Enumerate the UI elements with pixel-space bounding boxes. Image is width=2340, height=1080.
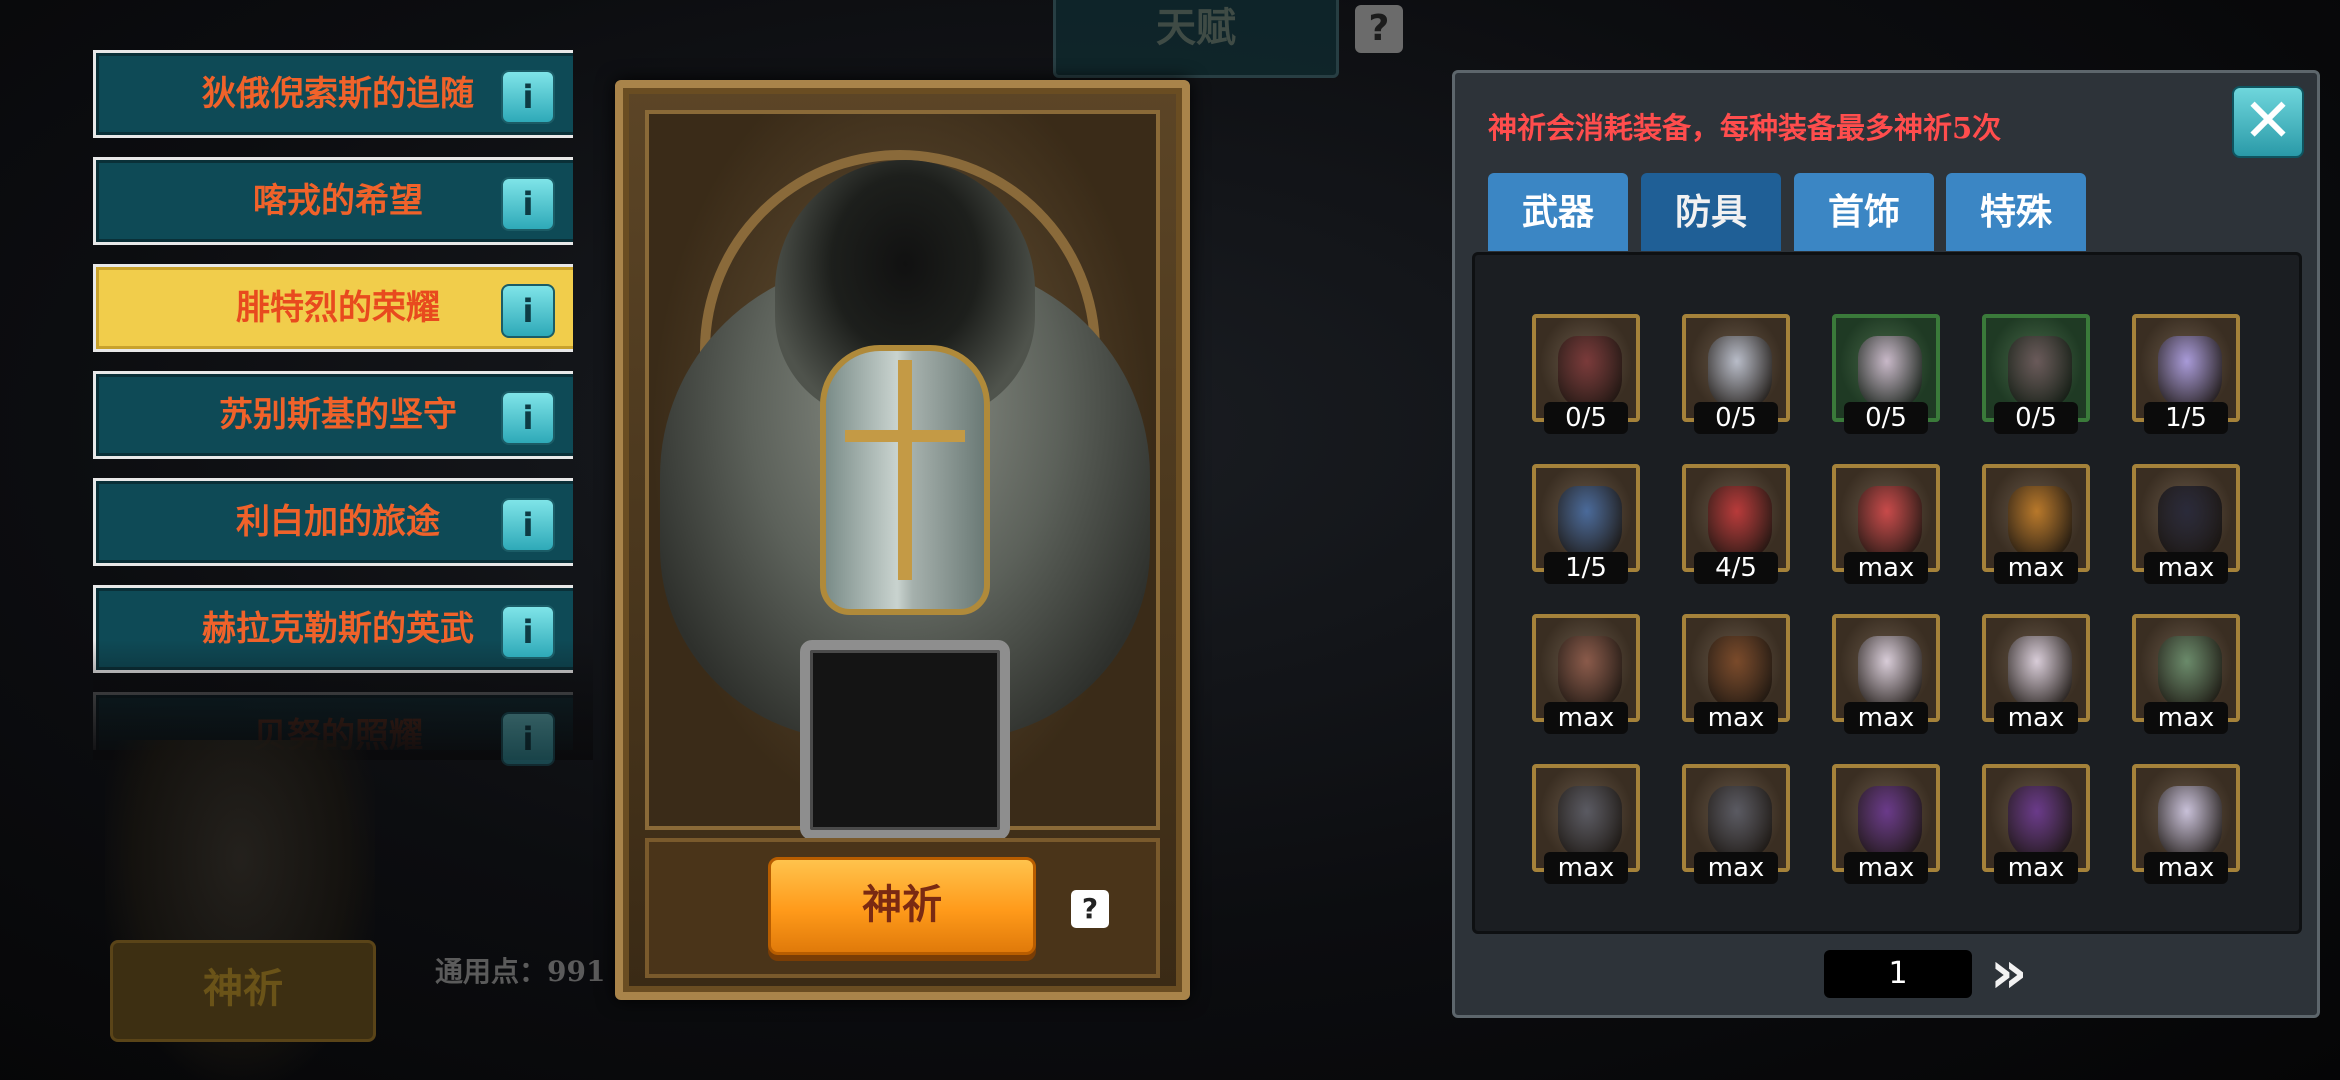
equipment-item[interactable]: max xyxy=(1982,614,2090,734)
equipment-slot[interactable] xyxy=(800,640,1010,840)
item-art xyxy=(2008,636,2072,708)
next-page-icon[interactable]: » xyxy=(1990,942,2048,1004)
pray-button[interactable]: 神祈 xyxy=(768,857,1036,955)
item-art xyxy=(2158,336,2222,408)
item-count: max xyxy=(1694,702,1778,734)
equipment-item[interactable]: max xyxy=(1832,764,1940,884)
equipment-item[interactable]: max xyxy=(2132,764,2240,884)
info-icon[interactable]: i xyxy=(501,177,555,231)
info-icon[interactable]: i xyxy=(501,70,555,124)
talent-help-icon[interactable]: ? xyxy=(1355,5,1403,53)
tab-1[interactable]: 防具 xyxy=(1641,173,1781,251)
info-icon[interactable]: i xyxy=(501,498,555,552)
item-art xyxy=(1858,636,1922,708)
item-count: 4/5 xyxy=(1694,552,1778,584)
item-count: max xyxy=(1694,852,1778,884)
item-art xyxy=(2008,336,2072,408)
item-art xyxy=(1558,486,1622,558)
info-icon[interactable]: i xyxy=(501,284,555,338)
tab-2[interactable]: 首饰 xyxy=(1794,173,1934,251)
item-art xyxy=(2008,786,2072,858)
item-count: 0/5 xyxy=(1694,402,1778,434)
item-art xyxy=(1558,636,1622,708)
equipment-item[interactable]: 1/5 xyxy=(2132,314,2240,434)
info-icon[interactable]: i xyxy=(501,391,555,445)
item-count: 0/5 xyxy=(1994,402,2078,434)
pray-help-icon[interactable]: ? xyxy=(1071,890,1109,928)
item-art xyxy=(1858,486,1922,558)
item-count: max xyxy=(1844,852,1928,884)
info-icon[interactable]: i xyxy=(501,605,555,659)
item-art xyxy=(1858,786,1922,858)
item-count: max xyxy=(2144,702,2228,734)
equipment-item[interactable]: 0/5 xyxy=(1982,314,2090,434)
item-art xyxy=(1708,786,1772,858)
item-count: max xyxy=(2144,852,2228,884)
panel-notice: 神祈会消耗装备，每种装备最多神祈5次 xyxy=(1488,111,2002,145)
equipment-item[interactable]: 0/5 xyxy=(1532,314,1640,434)
item-count: max xyxy=(1844,552,1928,584)
equipment-item[interactable]: max xyxy=(1982,764,2090,884)
equipment-item[interactable]: 0/5 xyxy=(1832,314,1940,434)
item-count: max xyxy=(1544,852,1628,884)
page-number: 1 xyxy=(1824,950,1972,998)
equipment-item[interactable]: 4/5 xyxy=(1682,464,1790,584)
item-art xyxy=(2008,486,2072,558)
equipment-item[interactable]: 1/5 xyxy=(1532,464,1640,584)
item-count: max xyxy=(1994,852,2078,884)
talent-tab[interactable]: 天赋 xyxy=(1053,0,1339,78)
pray-button-inactive[interactable]: 神祈 xyxy=(110,940,376,1042)
helmet-cross-vertical xyxy=(898,360,912,580)
item-art xyxy=(1708,486,1772,558)
tab-0[interactable]: 武器 xyxy=(1488,173,1628,251)
equipment-item[interactable]: max xyxy=(1832,614,1940,734)
item-count: max xyxy=(1994,702,2078,734)
equipment-item[interactable]: max xyxy=(1982,464,2090,584)
info-icon[interactable]: i xyxy=(501,712,555,766)
item-art xyxy=(1708,636,1772,708)
item-count: 1/5 xyxy=(1544,552,1628,584)
item-art xyxy=(1858,336,1922,408)
equipment-item[interactable]: max xyxy=(2132,614,2240,734)
equipment-item[interactable]: max xyxy=(1682,614,1790,734)
item-count: 0/5 xyxy=(1844,402,1928,434)
equipment-item[interactable]: max xyxy=(1532,764,1640,884)
item-count: max xyxy=(2144,552,2228,584)
item-count: max xyxy=(1544,702,1628,734)
item-art xyxy=(2158,636,2222,708)
item-art xyxy=(1558,336,1622,408)
close-button[interactable]: ✕ xyxy=(2232,86,2304,158)
item-art xyxy=(1708,336,1772,408)
item-count: max xyxy=(1994,552,2078,584)
item-art xyxy=(2158,786,2222,858)
item-count: 0/5 xyxy=(1544,402,1628,434)
item-count: 1/5 xyxy=(2144,402,2228,434)
tab-3[interactable]: 特殊 xyxy=(1946,173,2086,251)
equipment-item[interactable]: max xyxy=(1682,764,1790,884)
general-points-label: 通用点：991 xyxy=(435,955,606,988)
helmet-cross-horizontal xyxy=(845,430,965,442)
equipment-item[interactable]: max xyxy=(1832,464,1940,584)
equipment-item[interactable]: max xyxy=(1532,614,1640,734)
equipment-item[interactable]: max xyxy=(2132,464,2240,584)
item-count: max xyxy=(1844,702,1928,734)
equipment-item[interactable]: 0/5 xyxy=(1682,314,1790,434)
item-art xyxy=(2158,486,2222,558)
item-art xyxy=(1558,786,1622,858)
